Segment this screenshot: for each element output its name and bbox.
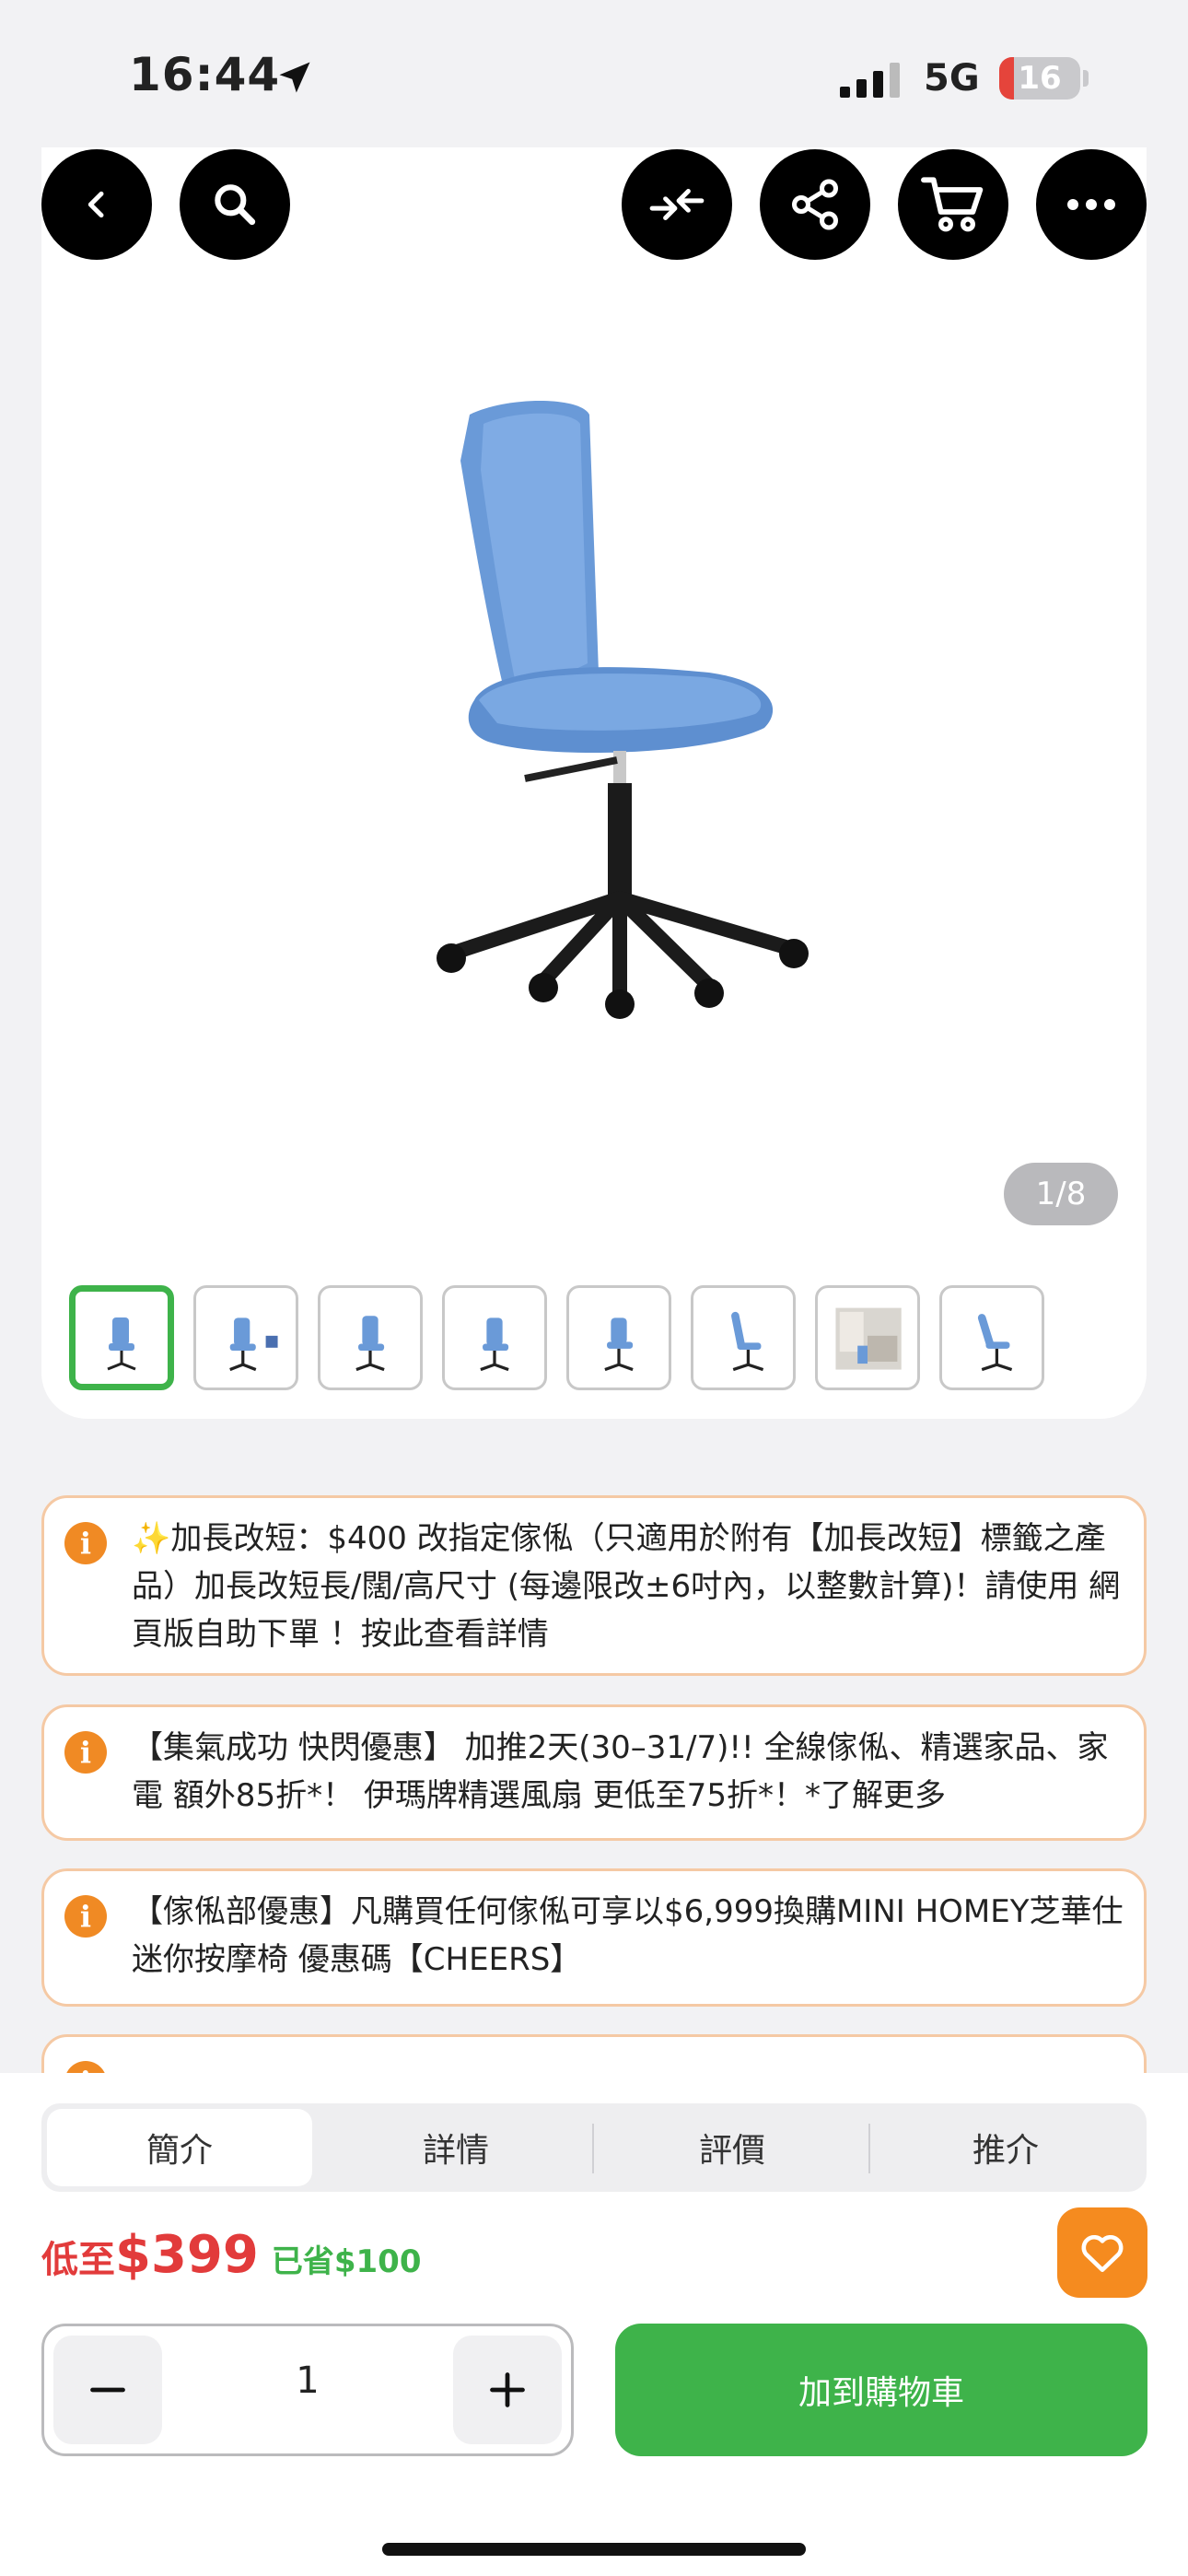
promo-notice[interactable]: i 【傢俬部優惠】凡購買任何傢俬可享以$6,999換購MINI HOMEY芝華仕… [41,1868,1147,2007]
location-arrow-icon [279,62,310,93]
gallery-thumbnail[interactable] [566,1285,671,1390]
gallery-thumbnail[interactable] [691,1285,796,1390]
share-icon [792,179,838,230]
battery-icon: 16 [999,57,1080,100]
thumbnail-chair-side-image [731,1311,764,1372]
product-image-chair[interactable] [433,396,820,1032]
more-button[interactable] [1036,149,1147,260]
gallery-thumbnail[interactable] [815,1285,920,1390]
minus-icon [90,2387,125,2393]
section-tabs: 簡介 詳情 評價 推介 [41,2103,1147,2192]
share-button[interactable] [760,149,870,260]
signal-bars-icon [840,63,900,98]
decrease-quantity-button[interactable] [53,2336,162,2444]
status-bar: 16:44 5G 16 [0,0,1188,147]
more-dots-icon [1067,199,1115,210]
tab-details[interactable]: 詳情 [318,2109,594,2186]
favorite-button[interactable] [1057,2207,1147,2298]
thumbnail-chair-image [480,1317,509,1372]
back-button[interactable] [41,149,152,260]
compare-arrows-icon [649,189,705,220]
status-time: 16:44 [129,48,281,101]
add-to-cart-button[interactable]: 加到購物車 [615,2324,1147,2456]
quantity-value[interactable]: 1 [228,2359,387,2402]
chevron-left-icon [87,191,104,218]
tab-recommend[interactable]: 推介 [870,2109,1141,2186]
price-prefix: 低至 [41,2239,115,2281]
search-button[interactable] [180,149,290,260]
price-value: $399 [115,2225,259,2285]
thumbnail-chair-side-image [977,1314,1013,1372]
search-icon [215,184,256,226]
info-icon: i [64,1895,107,1938]
promo-notice-text: 【集氣成功 快閃優惠】 加推2天(30–31/7)!! 全線傢俬、精選家品、家電… [132,1729,1109,1814]
battery-cap [1083,70,1089,87]
tab-intro[interactable]: 簡介 [47,2109,312,2186]
thumbnail-chair-dimensions-image [229,1317,278,1372]
gallery-thumbnail[interactable] [69,1285,174,1390]
price-row: 低至$399 已省$100 [41,2225,422,2285]
promo-notice-text: 【傢俬部優惠】凡購買任何傢俬可享以$6,999換購MINI HOMEY芝華仕迷你… [132,1893,1124,1978]
network-type: 5G [924,57,980,100]
promo-notice[interactable]: i 【集氣成功 快閃優惠】 加推2天(30–31/7)!! 全線傢俬、精選家品、… [41,1704,1147,1841]
info-icon: i [64,1522,107,1564]
price-saved: 已省$100 [271,2243,422,2280]
promo-notice[interactable]: i ✨加長改短：$400 改指定傢俬（只適用於附有【加長改短】標籤之產品）加長改… [41,1495,1147,1676]
gallery-thumbnail[interactable] [318,1285,423,1390]
quantity-stepper: 1 [41,2324,574,2456]
gallery-thumbnail[interactable] [442,1285,547,1390]
thumbnail-chair-image [604,1317,634,1372]
home-indicator [382,2543,806,2556]
thumbnail-room-scene-image [835,1307,902,1370]
tab-reviews[interactable]: 評價 [594,2109,870,2186]
compare-button[interactable] [622,149,732,260]
cart-icon [921,177,984,232]
thumbnail-chair-image [355,1316,385,1372]
heart-icon [1081,2234,1124,2273]
gallery-thumbnail[interactable] [193,1285,298,1390]
promo-notice-text: ✨加長改短：$400 改指定傢俬（只適用於附有【加長改短】標籤之產品）加長改短長… [132,1520,1121,1653]
image-counter: 1/8 [1004,1163,1118,1225]
gallery-thumbnail[interactable] [939,1285,1044,1390]
increase-quantity-button[interactable] [453,2336,562,2444]
info-icon: i [64,1731,107,1774]
cart-button[interactable] [898,149,1008,260]
battery-level: 16 [1018,60,1062,97]
plus-icon [490,2372,525,2407]
thumbnail-chair-image [107,1317,136,1371]
